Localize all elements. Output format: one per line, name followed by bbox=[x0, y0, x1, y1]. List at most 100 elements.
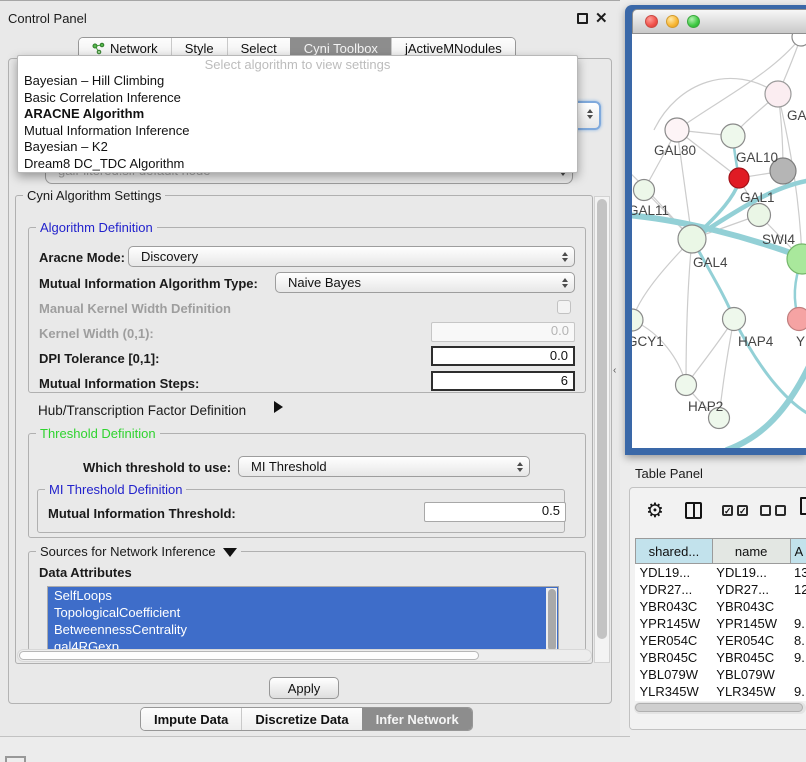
node-gal11[interactable] bbox=[634, 180, 655, 201]
cell[interactable]: 8. bbox=[790, 632, 806, 649]
node-partial[interactable] bbox=[792, 34, 806, 46]
dropdown-item[interactable]: Mutual Information Inference bbox=[18, 123, 577, 140]
kernel-width-field[interactable]: 0.0 bbox=[431, 322, 575, 342]
list-item[interactable]: SelfLoops bbox=[48, 587, 558, 604]
node-salmon[interactable] bbox=[788, 308, 806, 331]
tab-discretize-data[interactable]: Discretize Data bbox=[241, 708, 361, 730]
zoom-traffic-icon[interactable] bbox=[687, 15, 700, 28]
column-header-name[interactable]: name bbox=[712, 539, 790, 564]
mi-steps-field[interactable]: 6 bbox=[431, 371, 575, 391]
cell[interactable]: YBR045C bbox=[712, 649, 790, 666]
node-gal10[interactable] bbox=[721, 124, 745, 148]
scrollbar-thumb[interactable] bbox=[548, 589, 556, 651]
table-row[interactable]: YDR27...YDR27...12 bbox=[636, 581, 806, 598]
mi-threshold-field[interactable]: 0.5 bbox=[424, 502, 566, 522]
cell[interactable]: YDL19... bbox=[712, 564, 790, 581]
node-pink[interactable] bbox=[765, 81, 791, 107]
cell[interactable]: YDR27... bbox=[636, 581, 713, 598]
cell[interactable]: YBR045C bbox=[636, 649, 713, 666]
columns-icon[interactable] bbox=[685, 502, 702, 519]
table-row[interactable]: YBL079WYBL079W bbox=[636, 666, 806, 683]
scrollbar-thumb[interactable] bbox=[635, 703, 803, 712]
table-row[interactable]: YLR345WYLR345W9. bbox=[636, 683, 806, 700]
partial-toolbar-button[interactable] bbox=[5, 756, 26, 762]
cell[interactable]: YER054C bbox=[712, 632, 790, 649]
table-row[interactable]: YPR145WYPR145W9. bbox=[636, 615, 806, 632]
column-header-partial[interactable]: A bbox=[790, 539, 806, 564]
cell[interactable]: YLR345W bbox=[636, 683, 713, 700]
panel-collapse-handle[interactable]: ‹ bbox=[613, 365, 616, 376]
cell[interactable]: 13 bbox=[790, 564, 806, 581]
cell[interactable]: 9. bbox=[790, 683, 806, 700]
close-icon[interactable]: ✕ bbox=[595, 9, 608, 27]
cell[interactable]: YLR345W bbox=[712, 683, 790, 700]
dropdown-item-selected[interactable]: ARACNE Algorithm bbox=[18, 106, 577, 123]
table-row[interactable]: YDL19...YDL19...13 bbox=[636, 564, 806, 581]
cell[interactable]: YBL079W bbox=[636, 666, 713, 683]
dpi-tolerance-field[interactable]: 0.0 bbox=[431, 346, 575, 366]
cell[interactable]: 9. bbox=[790, 649, 806, 666]
node-hap2[interactable] bbox=[676, 375, 697, 396]
cell[interactable]: YDL19... bbox=[636, 564, 713, 581]
node-gal80[interactable] bbox=[665, 118, 689, 142]
unchecked-checkbox-icon[interactable] bbox=[760, 505, 771, 516]
table-row[interactable]: YER054CYER054C8. bbox=[636, 632, 806, 649]
cell[interactable]: YDR27... bbox=[712, 581, 790, 598]
mi-type-select[interactable]: Naive Bayes bbox=[275, 272, 575, 293]
cell[interactable]: YPR145W bbox=[636, 615, 713, 632]
table-horizontal-scrollbar[interactable] bbox=[634, 702, 806, 714]
cell[interactable]: YBR043C bbox=[636, 598, 713, 615]
node-swi4[interactable] bbox=[748, 204, 771, 227]
cell[interactable]: YBR043C bbox=[712, 598, 790, 615]
dropdown-item[interactable]: Bayesian – K2 bbox=[18, 139, 577, 156]
close-traffic-icon[interactable] bbox=[645, 15, 658, 28]
scrollbar-thumb[interactable] bbox=[19, 651, 479, 660]
cell[interactable] bbox=[790, 598, 806, 615]
aracne-mode-select[interactable]: Discovery bbox=[128, 246, 575, 267]
cell[interactable]: YPR145W bbox=[712, 615, 790, 632]
scrollbar-thumb[interactable] bbox=[597, 199, 607, 639]
cell[interactable]: YER054C bbox=[636, 632, 713, 649]
cell[interactable]: 9. bbox=[790, 615, 806, 632]
node-hap4[interactable] bbox=[723, 308, 746, 331]
cell[interactable]: YBL079W bbox=[712, 666, 790, 683]
manual-kernel-checkbox[interactable] bbox=[557, 300, 571, 314]
checked-checkbox-icon[interactable]: ✓ bbox=[722, 505, 733, 516]
list-scrollbar[interactable] bbox=[546, 588, 557, 653]
tab-infer-network[interactable]: Infer Network bbox=[362, 708, 472, 730]
node-red[interactable] bbox=[729, 168, 749, 188]
data-attributes-list[interactable]: SelfLoops TopologicalCoefficient Between… bbox=[47, 586, 559, 654]
float-window-icon[interactable] bbox=[577, 13, 588, 24]
document-icon[interactable] bbox=[800, 497, 806, 515]
sources-toggle[interactable]: Sources for Network Inference bbox=[36, 544, 241, 559]
list-item[interactable]: BetweennessCentrality bbox=[48, 621, 558, 638]
table-row[interactable]: YBR043CYBR043C bbox=[636, 598, 806, 615]
hub-definition-toggle[interactable]: Hub/Transcription Factor Definition bbox=[38, 403, 246, 418]
dropdown-item[interactable]: Basic Correlation Inference bbox=[18, 90, 577, 107]
network-canvas[interactable]: GAL GAL80 GAL10 GAL1 GAL11 SWI4 GAL4 GCY… bbox=[632, 34, 806, 448]
which-threshold-select[interactable]: MI Threshold bbox=[238, 456, 530, 477]
gear-icon[interactable]: ⚙ bbox=[646, 498, 664, 523]
minimize-traffic-icon[interactable] bbox=[666, 15, 679, 28]
chevron-right-icon[interactable] bbox=[274, 401, 283, 413]
apply-button[interactable]: Apply bbox=[269, 677, 339, 699]
network-window-titlebar[interactable] bbox=[632, 9, 806, 34]
list-item[interactable]: TopologicalCoefficient bbox=[48, 604, 558, 621]
node-gal4[interactable] bbox=[678, 225, 706, 253]
cell[interactable] bbox=[790, 666, 806, 683]
sources-group: Sources for Network Inference Data Attri… bbox=[28, 551, 586, 651]
column-header-shared-name[interactable]: shared... bbox=[636, 539, 713, 564]
settings-vertical-scrollbar[interactable] bbox=[594, 196, 610, 663]
dropdown-item[interactable]: Dream8 DC_TDC Algorithm bbox=[18, 156, 577, 173]
cell[interactable]: 12 bbox=[790, 581, 806, 598]
dropdown-item[interactable]: Bayesian – Hill Climbing bbox=[18, 73, 577, 90]
settings-horizontal-scrollbar[interactable] bbox=[17, 649, 592, 662]
algorithm-definition-group: Algorithm Definition Aracne Mode: Discov… bbox=[28, 227, 586, 393]
table-row[interactable]: YBR045CYBR045C9. bbox=[636, 649, 806, 666]
unchecked-checkbox-icon[interactable] bbox=[775, 505, 786, 516]
checked-checkbox-icon[interactable]: ✓ bbox=[737, 505, 748, 516]
node-gcy1[interactable] bbox=[632, 309, 643, 331]
tab-impute-data[interactable]: Impute Data bbox=[141, 708, 241, 730]
node-green[interactable] bbox=[787, 244, 806, 274]
node-label: GAL11 bbox=[632, 203, 669, 218]
